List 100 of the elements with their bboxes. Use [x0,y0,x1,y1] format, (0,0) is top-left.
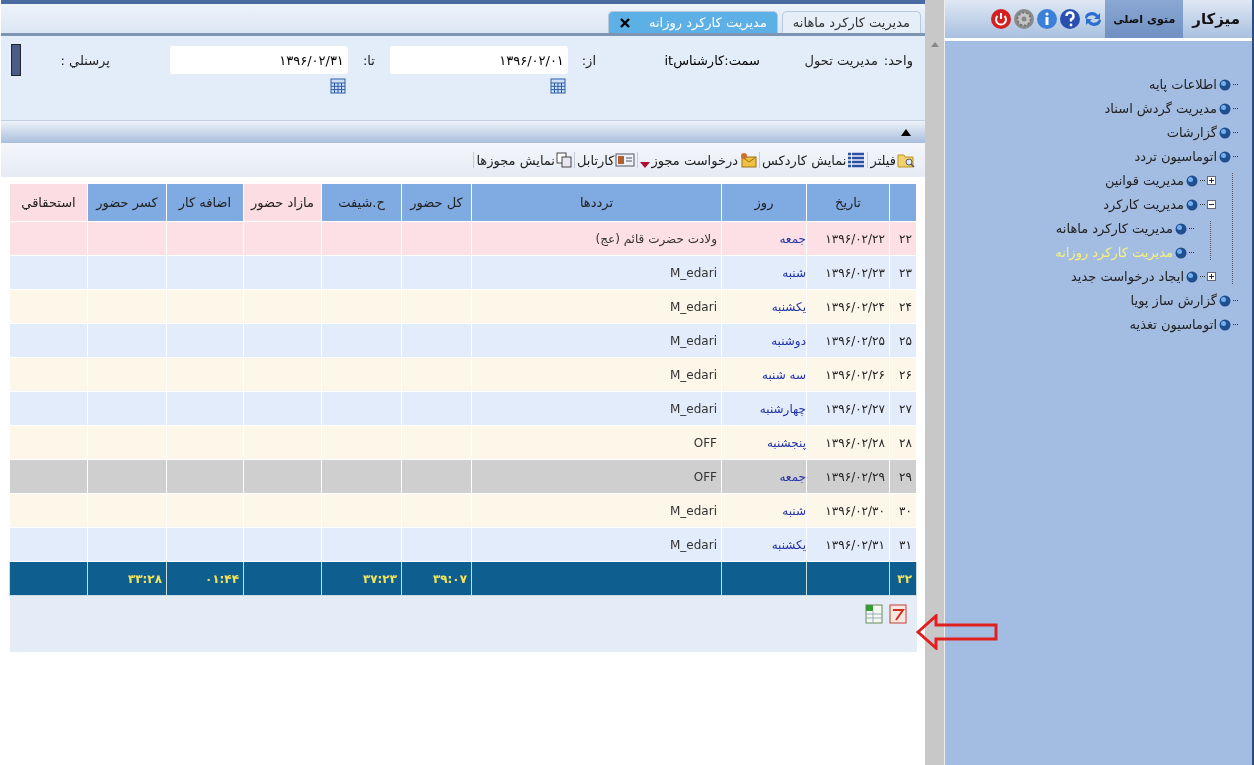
power-icon[interactable] [990,8,1013,30]
sidebar-tab[interactable]: متوی اصلی [1105,0,1184,38]
settings-icon[interactable] [1013,8,1036,30]
toolbar-button[interactable]: نمایش کاردکس [759,152,868,168]
table-cell: OFF [471,425,722,460]
tree-item[interactable]: اتوماسیون تغذیه [1129,317,1217,332]
globe-icon [1186,270,1198,283]
table-cell: ۱۳۹۶/۰۲/۲۸ [806,425,890,460]
globe-icon [1219,78,1231,91]
table-cell: M_edari [471,255,722,290]
total-value: ۰۱:۴۴ [204,571,239,586]
to-label: تا: [361,53,376,68]
table-cell: ۱۳۹۶/۰۲/۲۷ [806,391,890,426]
globe-icon [1186,174,1198,187]
globe-icon [1219,126,1231,139]
table-cell: ۳۱ [889,527,917,562]
globe-icon [1219,102,1231,115]
lookup-button[interactable] [10,44,21,76]
table-cell: ۲۳ [889,255,917,290]
column-header[interactable]: اضافه کار [166,183,244,222]
calendar-icon[interactable] [549,78,566,94]
table-cell: ۲۷ [889,391,917,426]
id-card-icon [615,152,636,168]
pdf-icon[interactable] [889,604,907,624]
table-cell: ۱۳۹۶/۰۲/۲۲ [806,221,890,256]
table-cell: ۲۲ [889,221,917,256]
table-cell: ۱۳۹۶/۰۲/۲۵ [806,323,890,358]
info-icon[interactable] [1036,8,1059,30]
toolbar-button[interactable]: نمایش مجوزها [473,152,574,168]
globe-icon [1175,246,1187,259]
column-header[interactable]: تاریخ [806,183,890,222]
table-cell: M_edari [471,357,722,392]
tree-item[interactable]: اتوماسیون تردد [1134,149,1217,164]
column-header[interactable]: کل حضور [401,183,472,222]
tree-item[interactable]: ایجاد درخواست جدید [1070,269,1184,284]
list-icon [847,152,866,168]
header-cell[interactable] [889,183,917,222]
from-label: از: [580,53,597,68]
table-cell: ۱۳۹۶/۰۲/۲۴ [806,289,890,324]
table-cell: دوشنبه [721,323,807,358]
sidebar-tab[interactable]: میزکار [1184,0,1248,38]
envelope-icon [739,152,758,168]
table-cell: ۱۳۹۶/۰۲/۲۶ [806,357,890,392]
globe-icon [1175,222,1187,235]
spreadsheet-icon[interactable] [865,604,883,624]
globe-icon [1219,318,1231,331]
column-header[interactable]: ترددها [471,183,722,222]
to-date-field[interactable]: ۱۳۹۶/۰۲/۳۱ [169,46,348,74]
position-text: سمت:کارشناسit [663,53,760,68]
total-value: ۳۳:۲۸ [127,571,162,586]
table-cell: ۲۸ [889,425,917,460]
column-header[interactable]: کسر حضور [87,183,167,222]
table-cell: OFF [471,459,722,494]
globe-icon [1219,294,1231,307]
table-cell: پنجشنبه [721,425,807,460]
table-row[interactable]: ۲۲ ۱۳۹۶/۰۲/۲۲ جمعه ولادت حضرت قائم (عج) [9,221,917,256]
collapse-icon[interactable] [901,128,911,136]
column-header[interactable]: استحقاقي [9,183,88,222]
table-cell: M_edari [471,493,722,528]
folder-search-icon [897,152,915,168]
total-value: ۳۹:۰۷ [432,571,467,586]
unit-label: واحد: [883,53,913,68]
table-cell: ۱۳۹۶/۰۲/۳۰ [806,493,890,528]
table-cell: M_edari [471,527,722,562]
tree-item[interactable]: مدیریت قوانین [1104,173,1184,188]
tree-item[interactable]: مدیریت گردش اسناد [1104,101,1217,116]
tree-item[interactable]: گزارش ساز پویا [1130,293,1217,308]
table-cell: ۱۳۹۶/۰۲/۳۱ [806,527,890,562]
tab[interactable]: مدیریت کارکرد ماهانه [781,11,921,33]
tree-item[interactable]: مدیریت کارکرد ماهانه [1055,221,1173,236]
table-cell: سه شنبه [721,357,807,392]
collapse-box[interactable] [1207,200,1216,209]
column-header[interactable]: ح.شیفت [321,183,402,222]
scrollbar[interactable] [925,0,945,765]
table-cell: ۲۵ [889,323,917,358]
table-cell: چهارشنبه [721,391,807,426]
tree-item[interactable]: مدیریت کارکرد [1103,197,1184,212]
table-cell: M_edari [471,289,722,324]
tree-item[interactable]: اطلاعات پایه [1149,77,1217,92]
table-cell: M_edari [471,391,722,426]
globe-icon [1219,150,1231,163]
toolbar-button[interactable]: فیلتر [867,152,917,168]
table-cell: یکشنبه [721,289,807,324]
globe-icon [1186,198,1198,211]
expand-box[interactable] [1207,272,1216,281]
toolbar-button[interactable]: درخواست مجوز [637,152,760,168]
total-value: ۳۷:۲۳ [362,571,397,586]
calendar-icon[interactable] [329,78,346,94]
toolbar-button[interactable]: کارتابل [574,152,638,168]
column-header[interactable]: روز [721,183,807,222]
table-cell: ۱۳۹۶/۰۲/۲۳ [806,255,890,290]
from-date-field[interactable]: ۱۳۹۶/۰۲/۰۱ [389,46,568,74]
close-icon[interactable] [619,16,631,29]
expand-box[interactable] [1207,176,1216,185]
table-cell: ۲۶ [889,357,917,392]
tree-item[interactable]: گزارشات [1166,125,1217,140]
column-header[interactable]: مازاد حضور [243,183,322,222]
total-value: ۳۲ [897,571,912,586]
table-cell: شنبه [721,255,807,290]
help-icon[interactable] [1059,8,1082,30]
